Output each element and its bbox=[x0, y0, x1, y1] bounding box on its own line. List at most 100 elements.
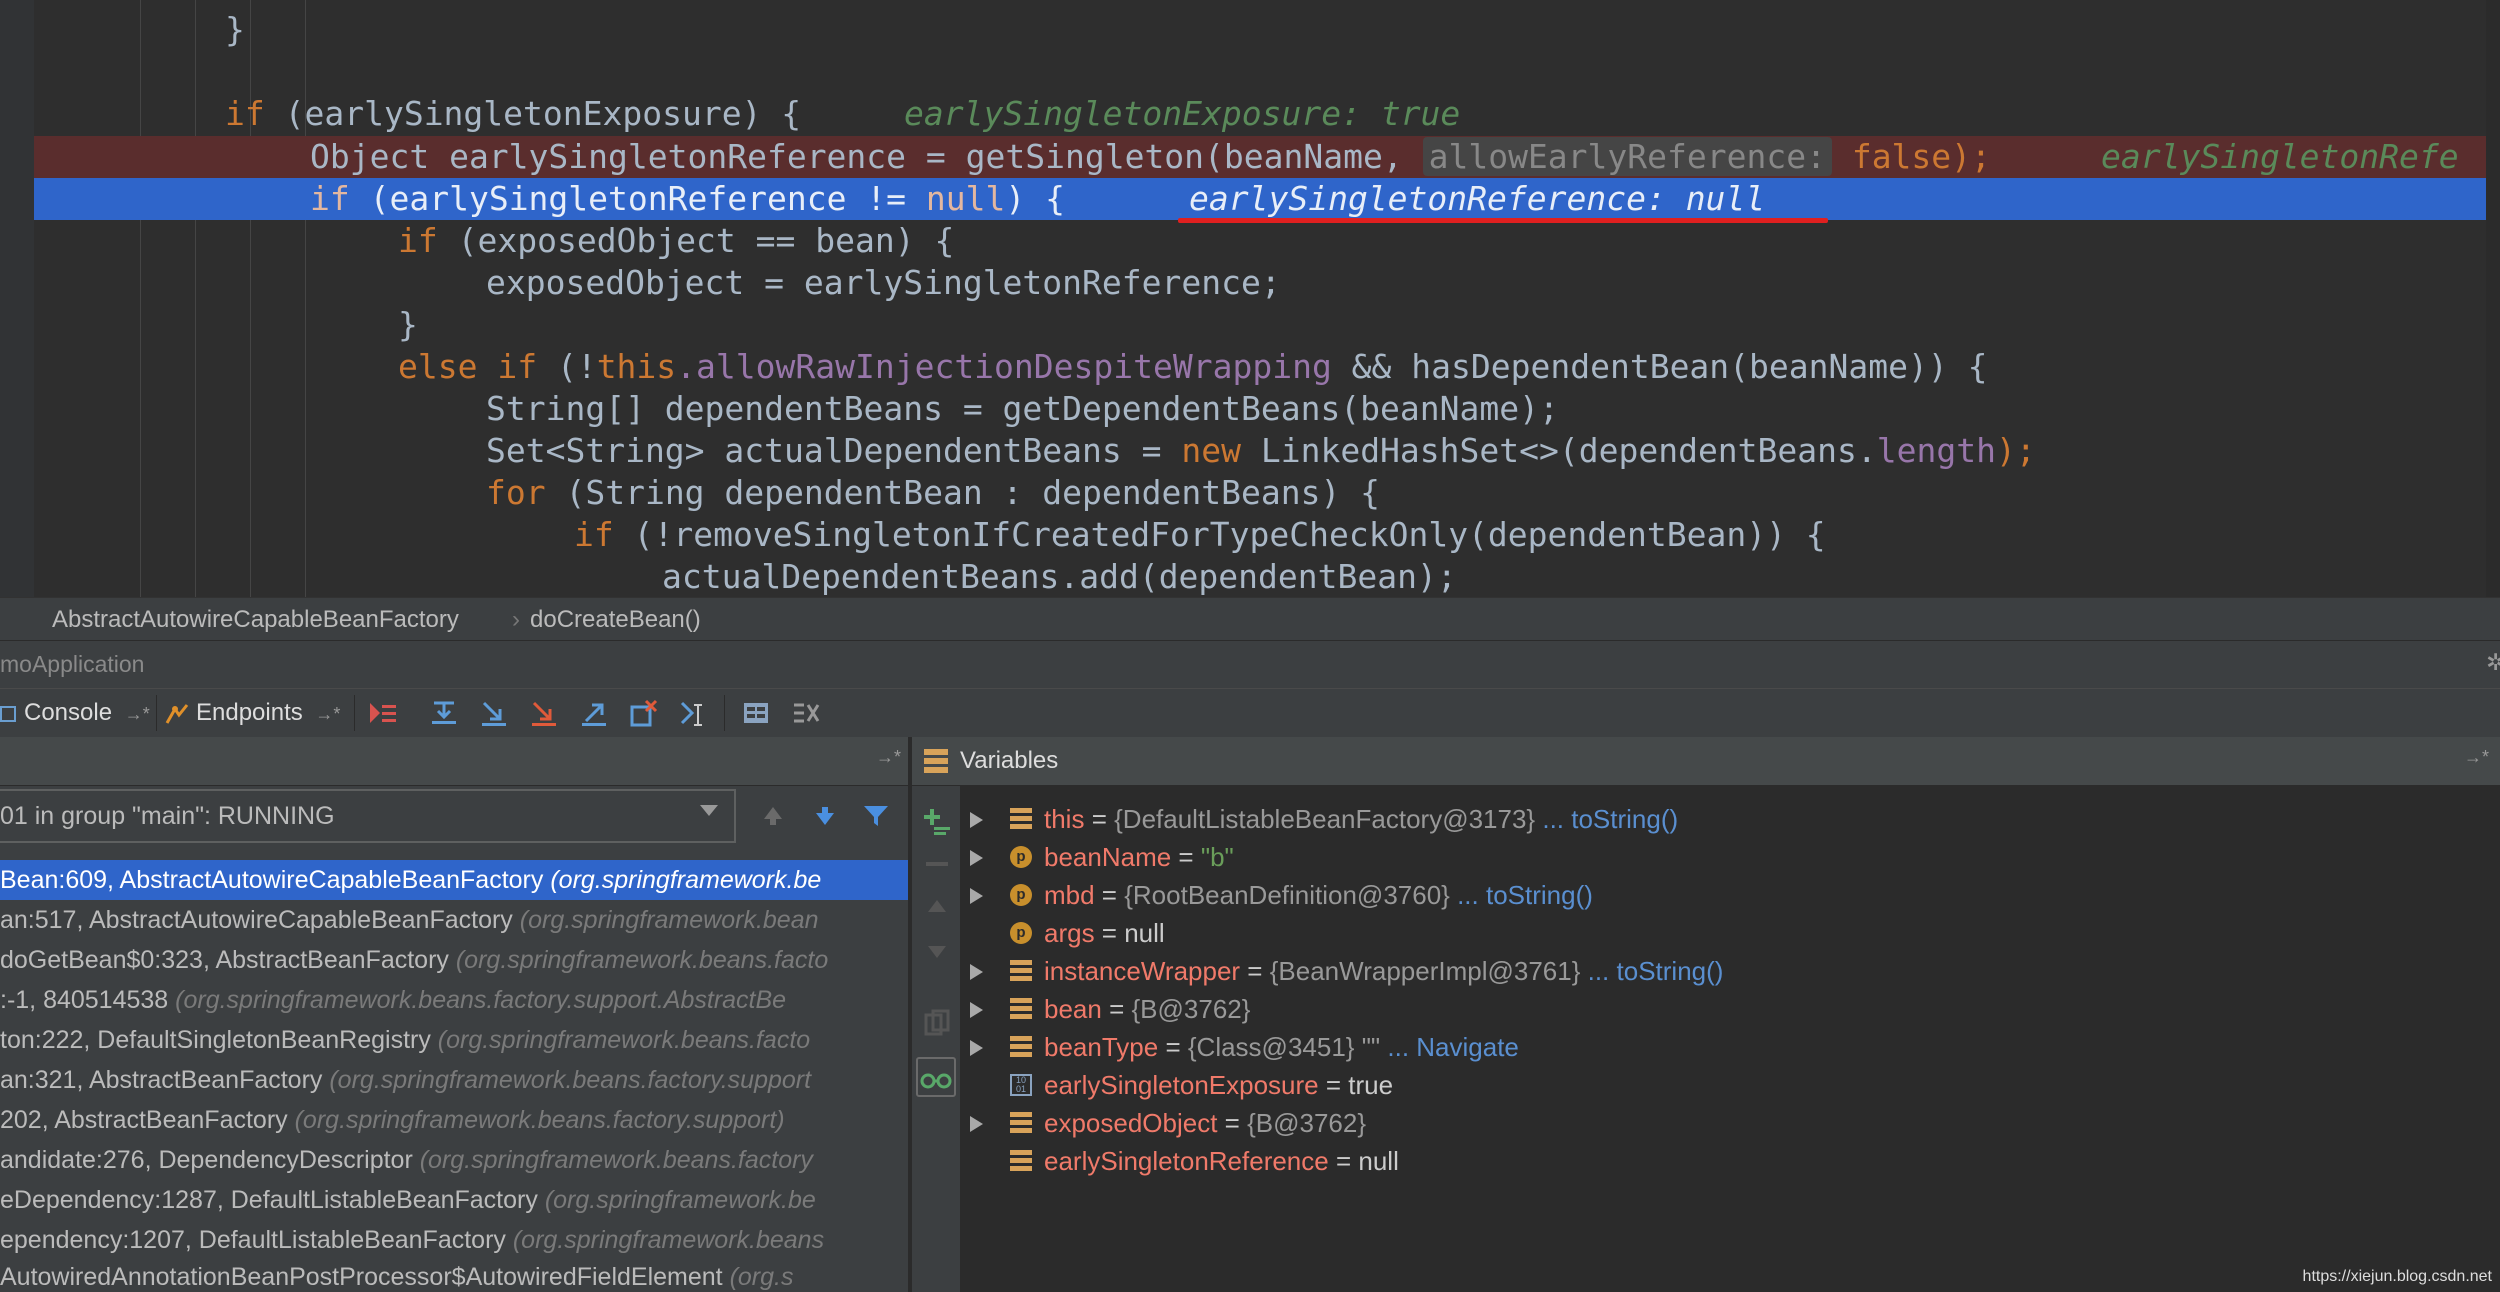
move-up-icon[interactable] bbox=[926, 897, 948, 917]
equals-sign: = bbox=[1158, 1032, 1188, 1062]
trace-current-stream-icon[interactable] bbox=[790, 697, 822, 729]
frame-package: (org.springframework.be bbox=[550, 866, 822, 894]
navigate-link[interactable]: ... Navigate bbox=[1380, 1032, 1519, 1062]
equals-sign: = bbox=[1217, 1108, 1248, 1138]
console-icon bbox=[0, 705, 16, 722]
frame-package: (org.springframework.bean bbox=[519, 906, 819, 934]
equals-sign: = bbox=[1094, 918, 1125, 948]
step-out-icon[interactable] bbox=[578, 697, 610, 729]
stack-frame[interactable]: an:517, AbstractAutowireCapableBeanFacto… bbox=[0, 900, 908, 940]
variable-value: null bbox=[1358, 1146, 1399, 1176]
frame-package: (org.springframework.beans bbox=[512, 1226, 825, 1254]
stack-frame[interactable]: doGetBean$0:323, AbstractBeanFactory (or… bbox=[0, 940, 908, 980]
expand-icon[interactable] bbox=[970, 1116, 983, 1132]
move-down-icon[interactable] bbox=[926, 941, 948, 961]
equals-sign: = bbox=[1084, 804, 1115, 834]
code-line[interactable]: if (earlySingletonExposure) { earlySingl… bbox=[34, 93, 2500, 135]
tab-endpoints[interactable]: Endpoints →* bbox=[164, 689, 354, 737]
pin-icon[interactable]: →* bbox=[125, 704, 150, 724]
to-string-link[interactable]: ... toString() bbox=[1535, 804, 1678, 834]
breadcrumb-method[interactable]: doCreateBean() bbox=[530, 606, 701, 634]
stack-frame[interactable]: eDependency:1287, DefaultListableBeanFac… bbox=[0, 1180, 908, 1220]
code-line[interactable]: String[] dependentBeans = getDependentBe… bbox=[34, 388, 2500, 430]
step-over-icon[interactable] bbox=[428, 697, 460, 729]
show-values-inline-toggle[interactable] bbox=[916, 1057, 956, 1097]
frame-package: (org.springframework.beans.factory.suppo… bbox=[329, 1066, 812, 1094]
step-into-icon[interactable] bbox=[478, 697, 510, 729]
code-line[interactable]: exposedObject = earlySingletonReference; bbox=[34, 262, 2500, 304]
stack-frame[interactable]: ependency:1207, DefaultListableBeanFacto… bbox=[0, 1220, 908, 1260]
parameter-icon: p bbox=[1010, 846, 1032, 868]
breadcrumb-separator-icon: › bbox=[512, 606, 520, 633]
stack-frame[interactable]: 202, AbstractBeanFactory (org.springfram… bbox=[0, 1100, 908, 1140]
copy-icon[interactable] bbox=[924, 1009, 950, 1037]
variables-icon bbox=[924, 749, 948, 773]
editor-scrollbar[interactable] bbox=[2486, 0, 2500, 597]
chevron-down-icon[interactable] bbox=[700, 805, 718, 816]
stack-frame[interactable]: AutowiredAnnotationBeanPostProcessor$Aut… bbox=[0, 1257, 908, 1292]
frame-location: an:517, AbstractAutowireCapableBeanFacto… bbox=[0, 906, 520, 934]
frame-location: doGetBean$0:323, AbstractBeanFactory bbox=[0, 946, 456, 974]
frame-package: (org.springframework.beans.factory.suppo… bbox=[294, 1106, 785, 1134]
code-line[interactable]: } bbox=[34, 9, 2500, 51]
stack-frame[interactable]: an:321, AbstractBeanFactory (org.springf… bbox=[0, 1060, 908, 1100]
equals-sign: = bbox=[1328, 1146, 1359, 1176]
expand-icon[interactable] bbox=[970, 964, 983, 980]
variable-value: {Class@3451} "" bbox=[1187, 1032, 1381, 1062]
drop-frame-icon[interactable] bbox=[628, 697, 660, 729]
debug-toolbar: Console →* Endpoints →* bbox=[0, 688, 2500, 738]
stack-frame[interactable]: ton:222, DefaultSingletonBeanRegistry (o… bbox=[0, 1020, 908, 1060]
code-line[interactable]: if (!removeSingletonIfCreatedForTypeChec… bbox=[34, 514, 2500, 556]
remove-watch-icon[interactable] bbox=[926, 861, 948, 867]
expand-icon[interactable] bbox=[970, 888, 983, 904]
field-ref: length bbox=[1876, 431, 1996, 470]
keyword: new bbox=[1181, 431, 1241, 470]
code-text: (earlySingletonReference != bbox=[349, 179, 926, 218]
thread-selector[interactable]: 01 in group "main": RUNNING bbox=[0, 789, 736, 843]
new-watch-icon[interactable] bbox=[922, 807, 952, 837]
variable-name: earlySingletonReference bbox=[1044, 1146, 1329, 1176]
code-text: ) { bbox=[1005, 179, 1066, 218]
code-editor[interactable]: } if (earlySingletonExposure) { earlySin… bbox=[0, 0, 2500, 597]
pin-icon[interactable]: →* bbox=[315, 704, 340, 724]
code-line[interactable]: actualDependentBeans.add(dependentBean); bbox=[34, 556, 2500, 597]
parameter-hint: allowEarlyReference: bbox=[1422, 137, 1832, 176]
variables-title: Variables bbox=[960, 747, 1059, 774]
evaluate-expression-icon[interactable] bbox=[740, 697, 772, 729]
breadcrumb-class[interactable]: AbstractAutowireCapableBeanFactory bbox=[52, 606, 459, 634]
code-line[interactable]: Set<String> actualDependentBeans = new L… bbox=[34, 430, 2500, 472]
code-line[interactable]: } bbox=[34, 304, 2500, 346]
editor-gutter[interactable] bbox=[0, 0, 34, 597]
expand-icon[interactable] bbox=[970, 850, 983, 866]
code-line[interactable]: if (exposedObject == bean) { bbox=[34, 220, 2500, 262]
code-line-breakpoint[interactable]: Object earlySingletonReference = getSing… bbox=[34, 136, 2500, 178]
field-icon bbox=[1010, 1112, 1032, 1134]
force-step-into-icon[interactable] bbox=[528, 697, 560, 729]
show-execution-point-icon[interactable] bbox=[366, 697, 398, 729]
code-line-current[interactable]: if (earlySingletonReference != null) { e… bbox=[34, 178, 2486, 220]
tab-console[interactable]: Console →* bbox=[0, 689, 155, 737]
arrow-up-icon[interactable] bbox=[760, 803, 786, 829]
expand-icon[interactable] bbox=[970, 1002, 983, 1018]
code-line[interactable]: for (String dependentBean : dependentBea… bbox=[34, 472, 2500, 514]
expand-icon[interactable] bbox=[970, 1040, 983, 1056]
to-string-link[interactable]: ... toString() bbox=[1580, 956, 1724, 986]
stack-frame[interactable]: andidate:276, DependencyDescriptor (org.… bbox=[0, 1140, 908, 1180]
expand-icon[interactable] bbox=[970, 812, 983, 828]
frame-package: (org.springframework.beans.factory.suppo… bbox=[175, 986, 787, 1014]
arrow-down-icon[interactable] bbox=[812, 803, 838, 829]
filter-icon[interactable] bbox=[862, 803, 890, 829]
run-to-cursor-icon[interactable] bbox=[678, 697, 710, 729]
frame-location: 202, AbstractBeanFactory bbox=[0, 1106, 295, 1134]
keyword: else if bbox=[398, 347, 538, 386]
inline-debug-value: earlySingletonReference: null bbox=[1189, 179, 1766, 218]
code-line[interactable]: else if (!this.allowRawInjectionDespiteW… bbox=[34, 346, 2500, 388]
stack-frame[interactable]: :-1, 840514538 (org.springframework.bean… bbox=[0, 980, 908, 1020]
settings-gear-icon[interactable]: ✲ bbox=[2486, 649, 2500, 676]
frame-location: an:321, AbstractBeanFactory bbox=[0, 1066, 330, 1094]
stack-frame-selected[interactable]: Bean:609, AbstractAutowireCapableBeanFac… bbox=[0, 860, 908, 900]
variable-name: args bbox=[1044, 918, 1095, 948]
pin-icon[interactable]: →* bbox=[876, 747, 901, 768]
pin-icon[interactable]: →* bbox=[2464, 747, 2489, 768]
to-string-link[interactable]: ... toString() bbox=[1450, 880, 1593, 910]
